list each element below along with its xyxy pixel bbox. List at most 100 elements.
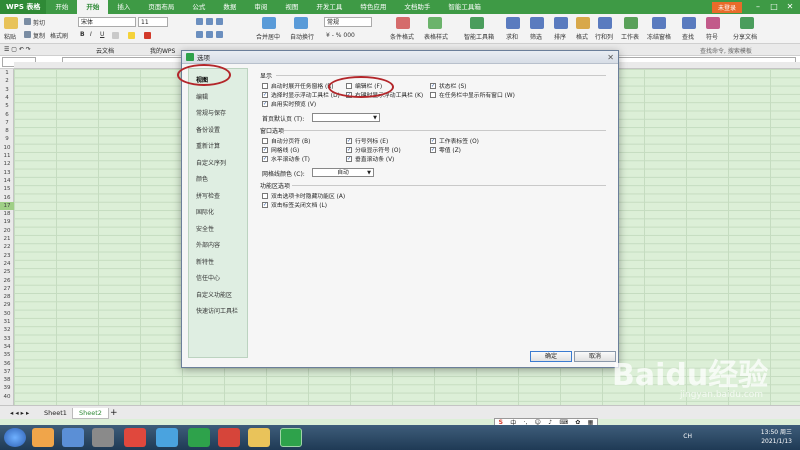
cancel-button[interactable]: 取消 [574, 351, 616, 362]
tab-view[interactable]: 视图 [276, 0, 307, 14]
wrap-icon[interactable] [294, 17, 308, 29]
taskbar-folder[interactable] [248, 428, 270, 447]
row-number[interactable]: 26 [0, 277, 14, 285]
options-sidebar-item[interactable]: 自定义序列 [196, 158, 226, 167]
options-sidebar-item[interactable]: 信任中心 [196, 273, 220, 282]
row-number[interactable]: 10 [0, 144, 14, 152]
opt-sheet-tabs[interactable]: 工作表标签 (O) [430, 136, 479, 145]
options-sidebar-item[interactable]: 安全性 [196, 224, 214, 233]
row-number[interactable]: 27 [0, 285, 14, 293]
table-style-icon[interactable] [428, 17, 442, 29]
row-number[interactable]: 29 [0, 301, 14, 309]
sort-button[interactable]: 排序 [554, 32, 566, 41]
copy-button[interactable]: 复制 [33, 31, 45, 40]
taskbar-wps-sheet[interactable] [280, 428, 302, 447]
tab-home-left[interactable]: 开始 [46, 0, 77, 14]
row-number[interactable]: 17 [0, 201, 14, 211]
tab-developer[interactable]: 开发工具 [307, 0, 351, 14]
cond-format-button[interactable]: 条件格式 [390, 32, 414, 41]
opt-dblclick-hide-ribbon[interactable]: 双击选项卡时隐藏功能区 (A) [262, 191, 345, 200]
taskbar-search-app[interactable] [62, 428, 84, 447]
copy-icon[interactable] [24, 31, 31, 38]
row-number[interactable]: 22 [0, 243, 14, 251]
row-number[interactable]: 9 [0, 135, 14, 143]
taskbar-app-3[interactable] [92, 428, 114, 447]
symbol-icon[interactable] [706, 17, 720, 29]
tab-formula[interactable]: 公式 [183, 0, 214, 14]
align-bottom-icon[interactable] [216, 18, 223, 25]
italic-button[interactable]: I [90, 31, 92, 38]
taskbar-app-5[interactable] [156, 428, 178, 447]
options-sidebar-item[interactable]: 新特性 [196, 257, 214, 266]
opt-float-toolbar-select[interactable]: 选择时显示浮动工具栏 (D) [262, 90, 340, 99]
row-number[interactable]: 5 [0, 102, 14, 110]
align-middle-icon[interactable] [206, 18, 213, 25]
tab-features[interactable]: 特色应用 [351, 0, 395, 14]
options-sidebar-item[interactable]: 外部内容 [196, 240, 220, 249]
filter-button[interactable]: 筛选 [530, 32, 542, 41]
row-number[interactable]: 19 [0, 218, 14, 226]
sheet-nav-arrows[interactable]: ◂ ◂ ▸ ▸ [4, 408, 35, 419]
start-button[interactable] [4, 428, 26, 447]
opt-hscroll[interactable]: 水平滚动条 (T) [262, 154, 310, 163]
opt-dblclick-close-doc[interactable]: 双击标签关闭文档 (L) [262, 200, 327, 209]
font-select[interactable]: 宋体 [78, 17, 136, 27]
checkbox[interactable] [262, 192, 268, 199]
freeze-icon[interactable] [652, 17, 666, 29]
cloud-doc-tab[interactable]: 云文档 [96, 46, 114, 55]
sum-button[interactable]: 求和 [506, 32, 518, 41]
row-number[interactable]: 7 [0, 119, 14, 127]
paste-icon[interactable] [4, 17, 18, 29]
row-number[interactable]: 40 [0, 393, 14, 401]
row-number[interactable]: 12 [0, 160, 14, 168]
row-number[interactable]: 32 [0, 326, 14, 334]
close-icon[interactable]: ✕ [607, 53, 614, 62]
system-tray[interactable]: CH 13:50 周三 2021/1/13 [683, 428, 792, 446]
maximize-icon[interactable]: □ [766, 0, 782, 14]
opt-row-col-headers[interactable]: 行号列标 (E) [346, 136, 388, 145]
checkbox[interactable] [346, 146, 352, 153]
checkbox[interactable] [262, 82, 268, 89]
opt-show-all-windows[interactable]: 在任务栏中显示所有窗口 (W) [430, 90, 515, 99]
underline-button[interactable]: U [100, 31, 104, 38]
close-icon[interactable]: ✕ [782, 0, 798, 14]
row-number[interactable]: 31 [0, 318, 14, 326]
taskbar-app-6[interactable] [188, 428, 210, 447]
align-center-icon[interactable] [206, 31, 213, 38]
format-painter-button[interactable]: 格式刷 [50, 31, 68, 40]
checkbox[interactable] [430, 137, 436, 144]
row-number[interactable]: 39 [0, 384, 14, 392]
filter-icon[interactable] [530, 17, 544, 29]
add-sheet-button[interactable]: + [104, 408, 124, 419]
format-button[interactable]: 格式 [576, 32, 588, 41]
share-icon[interactable] [740, 17, 754, 29]
font-color-icon[interactable] [144, 32, 151, 39]
ok-button[interactable]: 确定 [530, 351, 572, 362]
opt-live-preview[interactable]: 启用实时预览 (V) [262, 99, 316, 108]
share-button[interactable]: 分享文档 [733, 32, 757, 41]
sort-icon[interactable] [554, 17, 568, 29]
align-left-icon[interactable] [196, 31, 203, 38]
options-sidebar-item[interactable]: 编辑 [196, 92, 208, 101]
row-number[interactable]: 23 [0, 252, 14, 260]
tab-data[interactable]: 数据 [214, 0, 245, 14]
checkbox[interactable] [262, 155, 268, 162]
checkbox[interactable] [346, 137, 352, 144]
fill-color-icon[interactable] [128, 32, 135, 39]
align-top-icon[interactable] [196, 18, 203, 25]
opt-zero-values[interactable]: 零值 (Z) [430, 145, 461, 154]
tab-review[interactable]: 审阅 [245, 0, 276, 14]
border-icon[interactable] [112, 32, 119, 39]
home-default-select[interactable]: ▼ [312, 113, 380, 122]
tab-home[interactable]: 开始 [77, 0, 109, 14]
merge-button[interactable]: 合并居中 [256, 32, 280, 41]
row-number[interactable]: 8 [0, 127, 14, 135]
options-sidebar-item[interactable]: 备份设置 [196, 125, 220, 134]
row-number[interactable]: 15 [0, 185, 14, 193]
paste-button[interactable]: 粘贴 [4, 32, 16, 41]
row-number[interactable]: 2 [0, 77, 14, 85]
opt-startup-taskpane[interactable]: 启动时展开任务窗格 (R) [262, 81, 334, 90]
font-size-select[interactable]: 11 [138, 17, 168, 27]
row-number[interactable]: 38 [0, 376, 14, 384]
row-number[interactable]: 16 [0, 194, 14, 202]
